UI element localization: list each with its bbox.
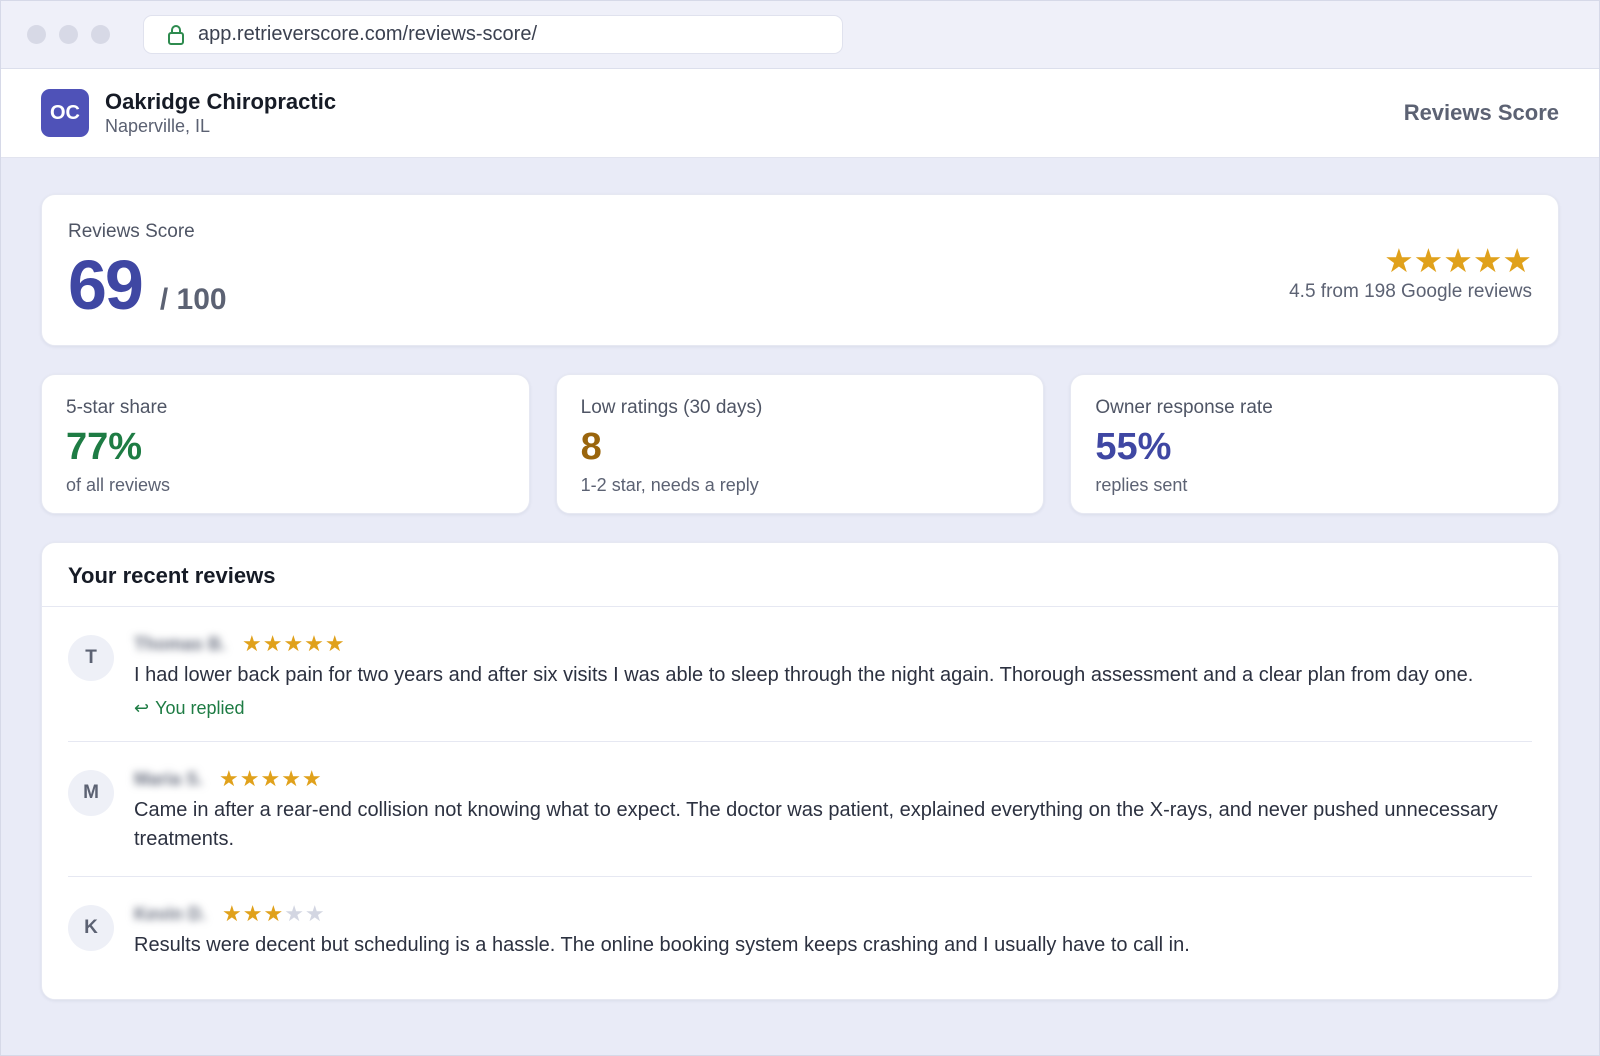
reply-status-text: You replied: [155, 698, 245, 718]
star-rating-icon: ★★★★★: [222, 901, 326, 927]
stars-filled: ★★★★★: [219, 766, 323, 791]
address-bar[interactable]: app.retrieverscore.com/reviews-score/: [143, 15, 843, 54]
review-meta: Kevin D. ★★★★★: [134, 901, 1532, 927]
stat-subtext: replies sent: [1095, 475, 1188, 495]
stat-card-response-rate: Owner response rate 55% replies sent: [1070, 374, 1560, 514]
stat-label: Owner response rate: [1095, 397, 1273, 418]
review-meta: Thomas B. ★★★★★: [134, 631, 1532, 657]
main-content: Reviews Score 69 / 100 ★★★★★ 4.5 from 19…: [1, 158, 1599, 1000]
stat-card-low-ratings: Low ratings (30 days) 8 1-2 star, needs …: [555, 374, 1045, 514]
review-body: Maria S. ★★★★★ Came in after a rear-end …: [134, 766, 1532, 854]
review-text: I had lower back pain for two years and …: [134, 664, 1474, 686]
score-value: 69: [68, 246, 144, 324]
stat-value: 55%: [1095, 426, 1172, 468]
window-minimize-dot[interactable]: [59, 25, 78, 44]
business-info: Oakridge Chiropractic Naperville, IL: [105, 89, 336, 137]
lock-icon: [168, 24, 184, 45]
url-text: app.retrieverscore.com/reviews-score/: [198, 23, 537, 45]
avatar: K: [68, 905, 114, 951]
business-logo: OC: [41, 89, 89, 137]
browser-window: app.retrieverscore.com/reviews-score/ OC…: [0, 0, 1600, 1056]
stat-card-five-star-share: 5-star share 77% of all reviews: [41, 374, 530, 514]
review-text: Results were decent but scheduling is a …: [134, 934, 1190, 956]
stat-value: 8: [580, 426, 602, 468]
app-header: OC Oakridge Chiropractic Naperville, IL …: [1, 69, 1599, 158]
reply-arrow-icon: ↩: [134, 698, 150, 718]
window-close-dot[interactable]: [27, 25, 46, 44]
star-rating-icon: ★★★★★: [1384, 242, 1532, 279]
review-text: Came in after a rear-end collision not k…: [134, 799, 1498, 850]
rating-summary-text: 4.5 from 198 Google reviews: [1289, 281, 1532, 302]
reviewer-name: Maria S.: [134, 768, 204, 789]
window-maximize-dot[interactable]: [91, 25, 110, 44]
stars-filled: ★★★: [222, 901, 285, 926]
star-rating-icon: ★★★★★: [219, 766, 323, 792]
recent-reviews-title: Your recent reviews: [42, 543, 1558, 607]
review-item[interactable]: K Kevin D. ★★★★★ Results were decent but…: [68, 877, 1532, 982]
stat-label: 5-star share: [66, 397, 168, 418]
page-title: Reviews Score: [1403, 100, 1559, 125]
star-rating-icon: ★★★★★: [242, 631, 346, 657]
stars-filled: ★★★★★: [242, 631, 346, 656]
reviewer-name: Thomas B.: [134, 633, 227, 654]
review-item[interactable]: T Thomas B. ★★★★★ I had lower back pain …: [68, 607, 1532, 742]
review-item[interactable]: M Maria S. ★★★★★ Came in after a rear-en…: [68, 742, 1532, 877]
avatar: T: [68, 635, 114, 681]
review-body: Kevin D. ★★★★★ Results were decent but s…: [134, 901, 1532, 960]
avatar: M: [68, 770, 114, 816]
stars-empty: ★★: [284, 901, 326, 926]
stat-subtext: of all reviews: [66, 475, 171, 495]
reply-status[interactable]: ↩ You replied: [134, 698, 1532, 719]
stat-subtext: 1-2 star, needs a reply: [580, 475, 759, 495]
score-card: Reviews Score 69 / 100 ★★★★★ 4.5 from 19…: [41, 194, 1559, 346]
rating-summary: ★★★★★ 4.5 from 198 Google reviews: [1289, 243, 1532, 303]
stat-label: Low ratings (30 days): [580, 397, 763, 418]
reviewer-name: Kevin D.: [134, 903, 207, 924]
browser-chrome: app.retrieverscore.com/reviews-score/: [1, 1, 1599, 69]
score-label: Reviews Score: [68, 221, 195, 242]
review-body: Thomas B. ★★★★★ I had lower back pain fo…: [134, 631, 1532, 719]
business-location: Naperville, IL: [105, 116, 211, 136]
business-name: Oakridge Chiropractic: [105, 89, 337, 114]
recent-reviews-card: Your recent reviews T Thomas B. ★★★★★ I …: [41, 542, 1559, 1000]
review-meta: Maria S. ★★★★★: [134, 766, 1532, 792]
stats-row: 5-star share 77% of all reviews Low rati…: [41, 374, 1560, 514]
score-max: / 100: [159, 283, 227, 316]
stat-value: 77%: [66, 426, 143, 468]
